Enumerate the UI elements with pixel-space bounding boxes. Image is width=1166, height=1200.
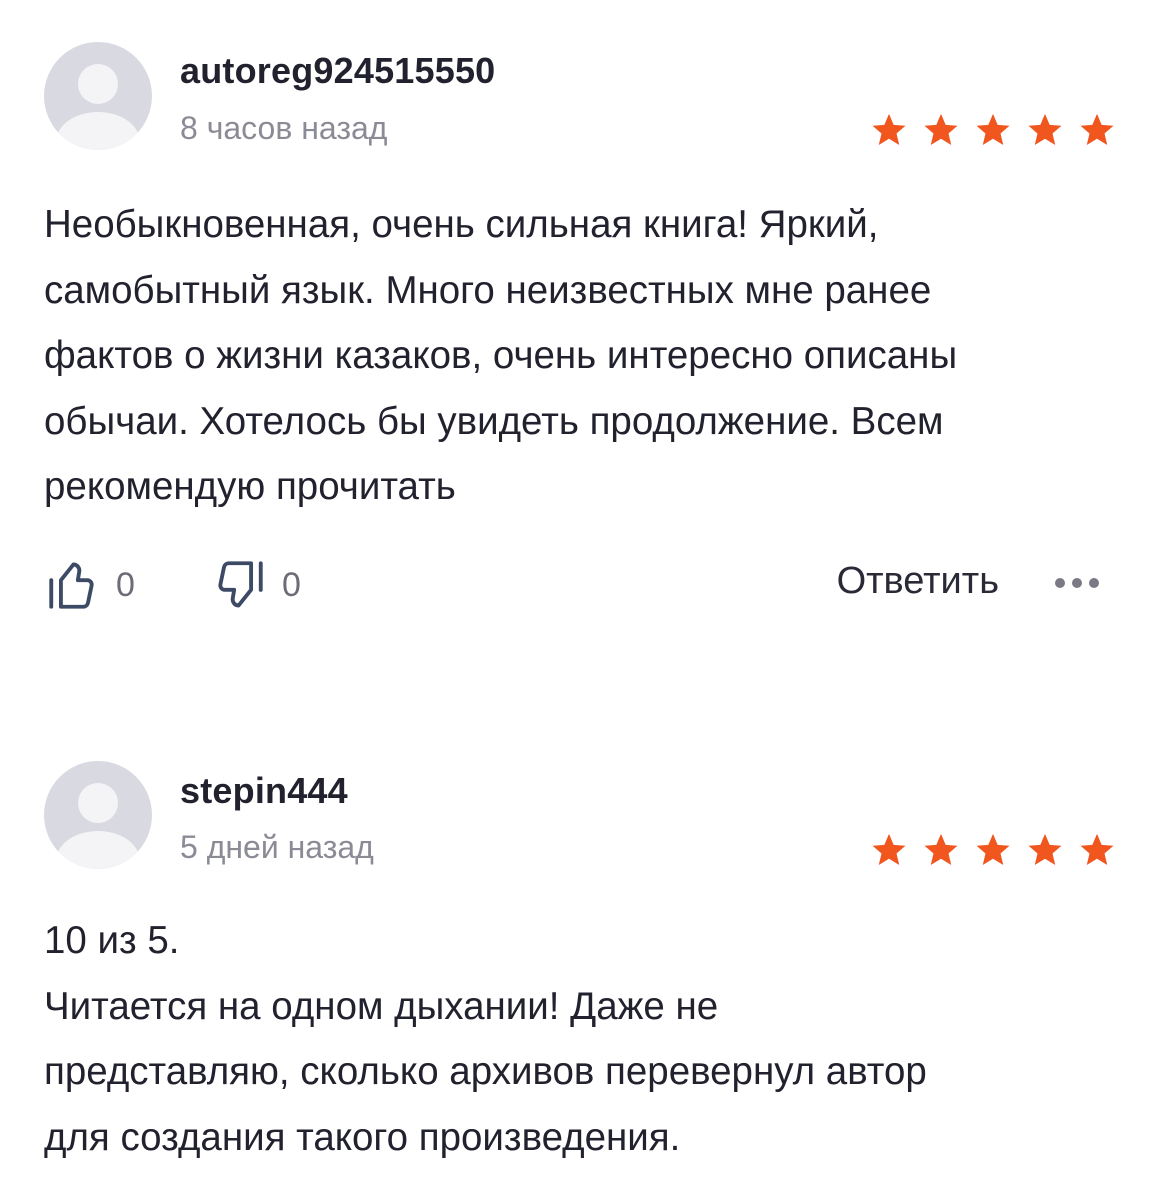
user-placeholder-icon <box>56 783 140 869</box>
star-icon <box>1028 833 1062 866</box>
dislike-count: 0 <box>282 565 301 604</box>
thumbs-down-icon <box>218 561 263 608</box>
star-icon <box>924 113 958 146</box>
more-dots-icon[interactable] <box>1055 578 1099 588</box>
dislike-button[interactable]: 0 <box>210 556 301 614</box>
user-placeholder-icon <box>56 64 140 150</box>
reply-button[interactable]: Ответить <box>837 560 999 603</box>
star-icon <box>1080 113 1114 146</box>
username[interactable]: autoreg924515550 <box>180 50 495 92</box>
star-icon <box>1028 113 1062 146</box>
review-time: 5 дней назад <box>180 829 374 865</box>
like-button[interactable]: 0 <box>44 556 135 614</box>
rating-stars <box>870 831 1116 869</box>
avatar[interactable] <box>44 42 152 150</box>
review-text: Необыкновенная, очень сильная книга! Ярк… <box>44 203 958 508</box>
username[interactable]: stepin444 <box>180 770 348 812</box>
star-icon <box>872 113 906 146</box>
review-text: 10 из 5. Читается на одном дыхании! Даже… <box>44 919 927 1159</box>
review-time: 8 часов назад <box>180 110 388 146</box>
avatar[interactable] <box>44 761 152 869</box>
star-icon <box>1080 833 1114 866</box>
star-icon <box>872 833 906 866</box>
star-icon <box>976 113 1010 146</box>
review-actions: 0 0 Ответить <box>44 556 1119 616</box>
thumbs-up-icon <box>49 562 94 609</box>
star-icon <box>924 833 958 866</box>
like-count: 0 <box>116 565 135 604</box>
star-icon <box>976 833 1010 866</box>
rating-stars <box>870 111 1116 149</box>
